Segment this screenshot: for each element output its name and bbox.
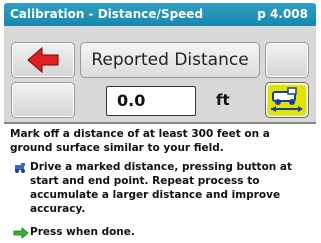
- vehicle-icon: [271, 87, 303, 112]
- page-number: p 4.008: [257, 7, 308, 21]
- control-panel: Reported Distance 0.0 ft: [4, 26, 316, 122]
- distance-unit: ft: [216, 91, 230, 109]
- empty-button-left[interactable]: [11, 82, 75, 118]
- reported-distance-heading: Reported Distance: [80, 42, 260, 78]
- back-button[interactable]: [11, 42, 75, 78]
- instructions-panel: Mark off a distance of at least 300 feet…: [4, 122, 316, 240]
- instruction-step: Drive a marked distance, pressing button…: [30, 161, 293, 215]
- instruction-done: Press when done.: [30, 226, 135, 238]
- drive-vehicle-icon: [15, 163, 25, 173]
- title-bar: Calibration - Distance/Speed p 4.008: [4, 3, 316, 26]
- distance-value-field: 0.0: [106, 86, 196, 116]
- green-right-arrow-icon: [13, 227, 29, 239]
- screen-title: Calibration - Distance/Speed: [10, 7, 204, 21]
- empty-button-right[interactable]: [265, 42, 309, 78]
- calibration-screen: Calibration - Distance/Speed p 4.008 Rep…: [0, 0, 321, 243]
- vehicle-icon-bg: [268, 85, 306, 115]
- red-left-arrow-icon: [27, 46, 59, 74]
- instruction-intro: Mark off a distance of at least 300 feet…: [10, 128, 270, 154]
- vehicle-button[interactable]: [265, 82, 309, 118]
